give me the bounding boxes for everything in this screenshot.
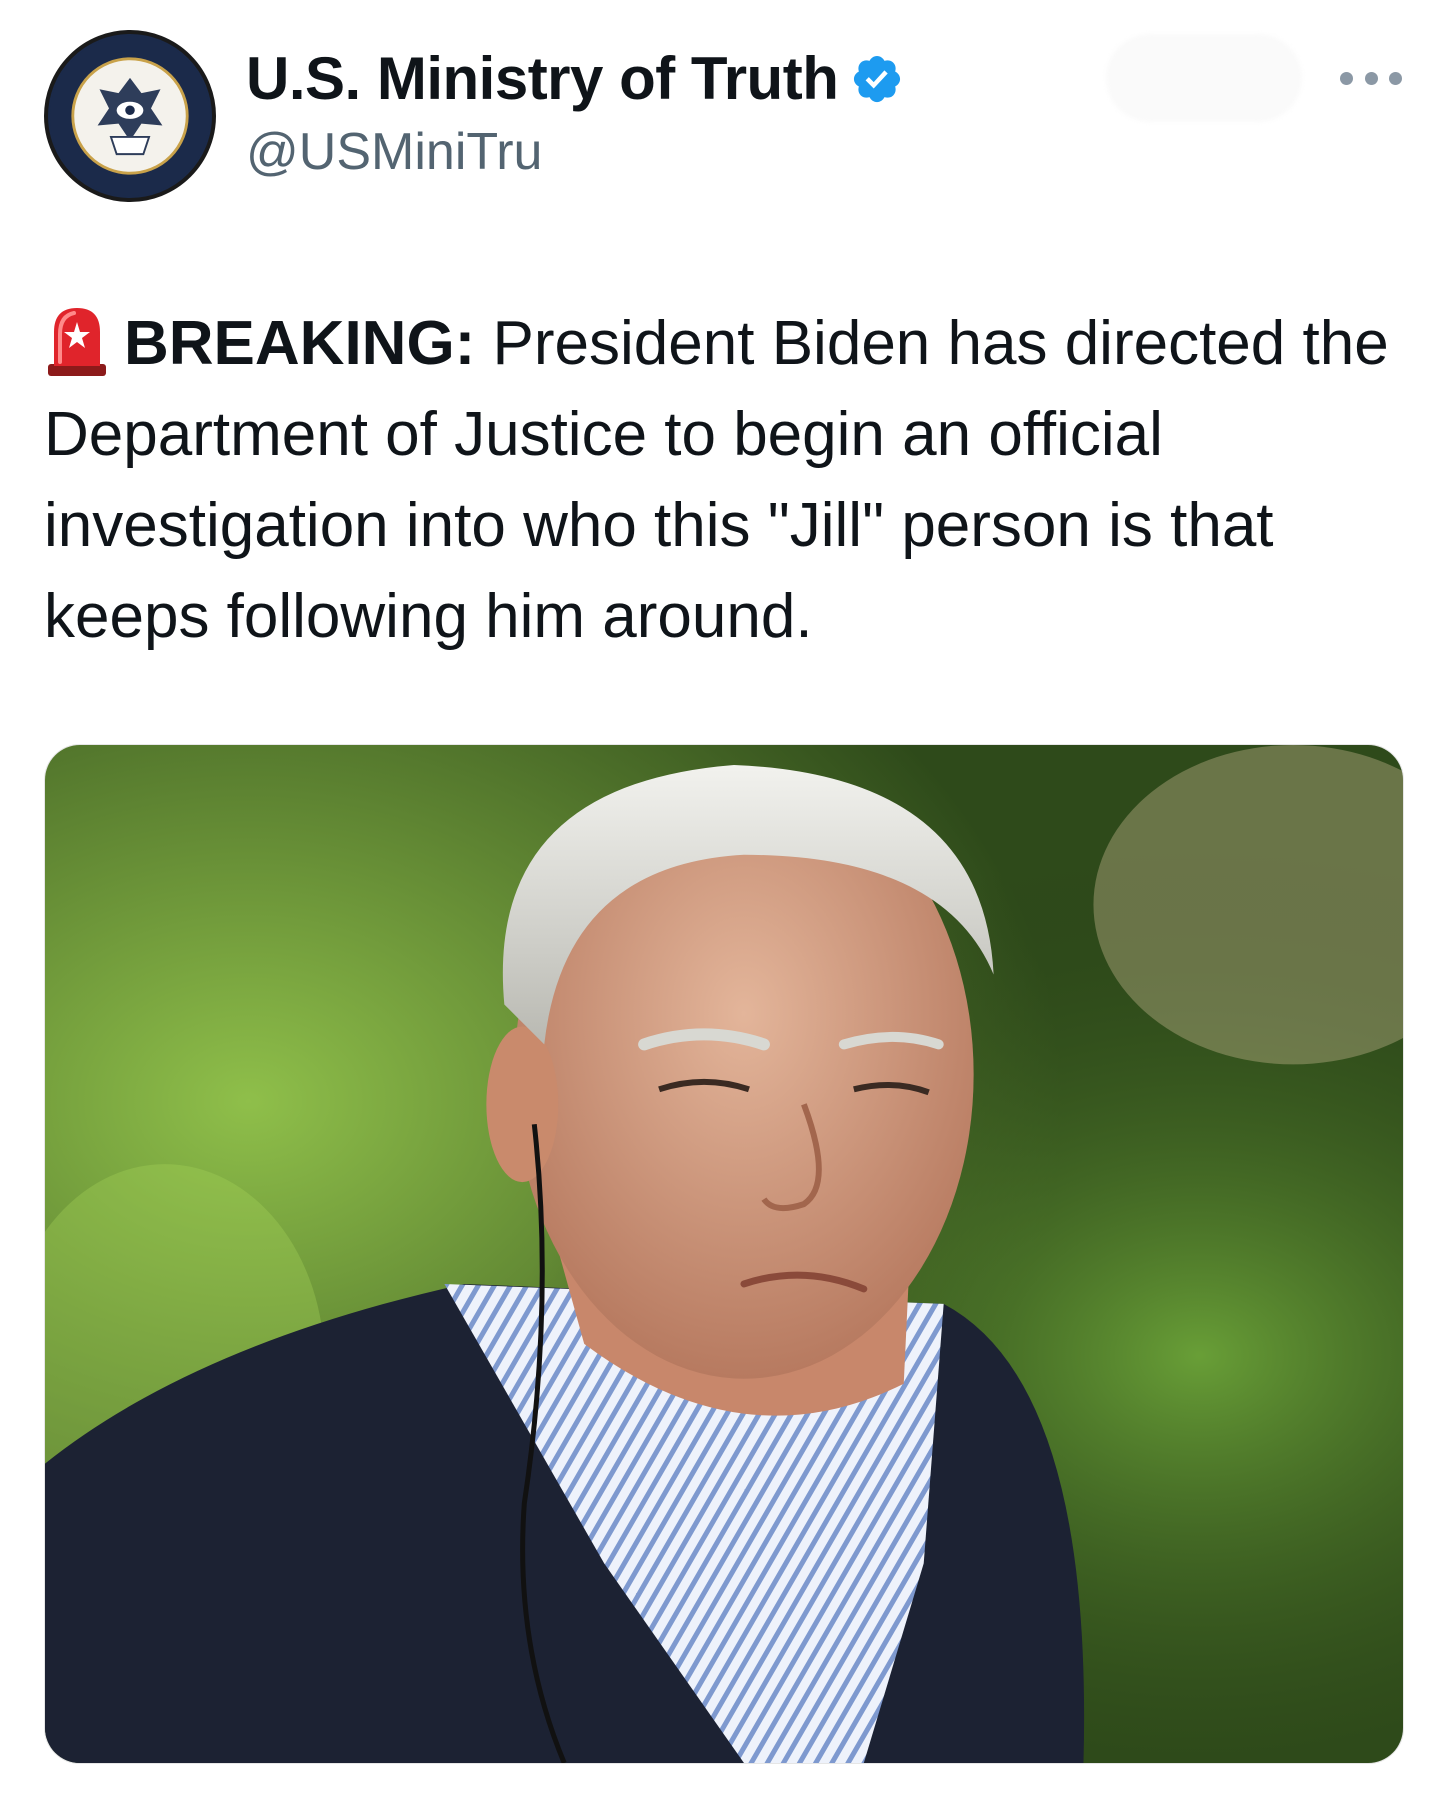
display-name[interactable]: U.S. Ministry of Truth — [246, 44, 839, 113]
tweet-photo[interactable] — [44, 744, 1404, 1764]
tweet-header: U.S. Ministry of Truth @USMiniTru — [0, 0, 1440, 250]
verified-badge-icon — [854, 55, 901, 102]
tweet-text: BREAKING: President Biden has directed t… — [44, 298, 1414, 662]
user-handle[interactable]: @USMiniTru — [246, 122, 542, 182]
follow-button[interactable] — [1106, 34, 1302, 122]
breaking-label: BREAKING: — [124, 309, 476, 378]
name-row: U.S. Ministry of Truth — [246, 44, 904, 113]
photo-man-portrait — [45, 745, 1403, 1763]
more-horizontal-icon[interactable] — [1340, 58, 1402, 98]
agency-seal-icon — [49, 35, 211, 197]
siren-emoji-icon — [44, 302, 110, 378]
avatar[interactable] — [44, 30, 216, 202]
